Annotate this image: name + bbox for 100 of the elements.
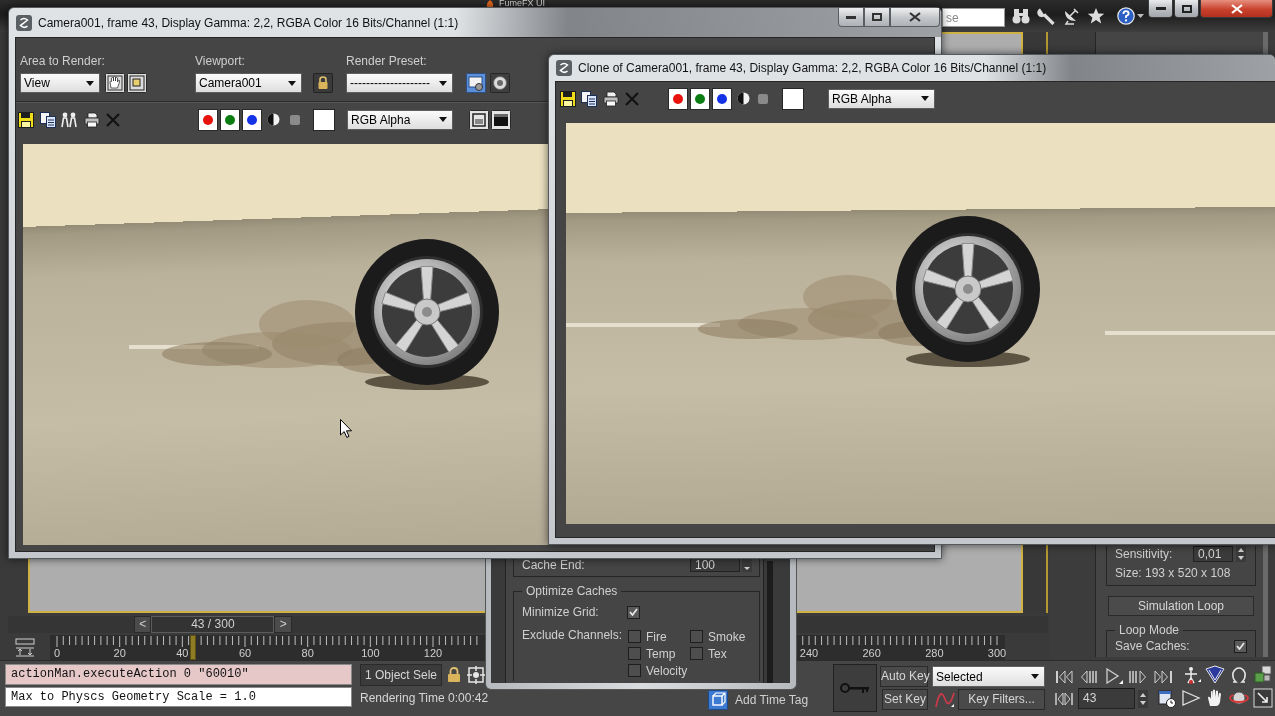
play-icon[interactable] [1105, 668, 1123, 684]
display-channel-dropdown[interactable]: RGB Alpha [828, 88, 935, 109]
channel-toggle[interactable] [198, 108, 218, 131]
frame-number: 0 [53, 647, 61, 659]
checkbox[interactable] [627, 605, 640, 619]
minimize-icon [1155, 7, 1166, 10]
star-icon[interactable] [1087, 7, 1105, 25]
field-label: Area to Render: [20, 54, 106, 68]
frame-number: 80 [301, 647, 314, 659]
color-swatch-icon[interactable] [313, 108, 335, 131]
search-field[interactable]: se [942, 8, 1005, 27]
previous-frame-icon[interactable] [1080, 669, 1100, 684]
field-label: Render Preset: [346, 54, 427, 68]
caret-icon[interactable] [1137, 14, 1144, 18]
time-slider-thumb[interactable]: 43 / 300 [151, 616, 275, 633]
listener-input[interactable]: actionMan.executeAction 0 "60010" [5, 664, 352, 685]
key-filters-button[interactable]: Key Filters... [958, 689, 1045, 710]
close-icon [909, 12, 921, 22]
next-frame-icon[interactable] [1128, 669, 1148, 684]
channel-toggle[interactable] [712, 87, 732, 110]
minimize-button[interactable] [838, 8, 864, 27]
close-button[interactable] [890, 8, 940, 27]
crosshair-icon[interactable] [467, 666, 486, 684]
display-channel-dropdown[interactable]: RGB Alpha [347, 109, 453, 130]
maximize-icon [872, 13, 882, 21]
half-circle-icon[interactable] [267, 113, 280, 126]
printer-icon[interactable] [603, 90, 619, 107]
bar-arrows-icon[interactable] [15, 638, 35, 658]
channel-toggle[interactable] [220, 108, 240, 131]
maximize-button[interactable] [864, 8, 890, 27]
auto-key-button[interactable]: Auto Key [880, 666, 928, 687]
printer-icon[interactable] [84, 111, 100, 128]
lock-icon[interactable] [313, 73, 333, 93]
minimize-button[interactable] [1148, 0, 1173, 18]
checkbox[interactable] [1234, 639, 1247, 653]
square-frame-icon[interactable] [127, 73, 147, 93]
close-button[interactable] [1200, 0, 1273, 18]
checkbox[interactable] [628, 630, 641, 643]
go-to-end-icon[interactable] [1153, 669, 1173, 684]
binoculars-icon[interactable] [1012, 7, 1030, 25]
frame-number: 240 [799, 647, 819, 659]
time-tag-text[interactable]: Add Time Tag [735, 693, 809, 707]
go-to-start-icon[interactable] [1055, 669, 1075, 684]
hand-frame-icon[interactable] [105, 73, 125, 93]
simulation-loop-button[interactable]: Simulation Loop [1108, 596, 1254, 616]
omega-icon[interactable] [1229, 665, 1249, 685]
render-preset-dropdown[interactable]: -------------------- [346, 73, 453, 93]
maximize-button[interactable] [1174, 0, 1199, 18]
caret-icon [1031, 674, 1039, 679]
set-key-button[interactable]: Set Key [882, 689, 928, 710]
bar-triangles-icon[interactable] [1055, 691, 1073, 706]
cubes-icon[interactable] [1253, 665, 1273, 685]
panel-icon[interactable] [469, 109, 489, 130]
shield-icon[interactable] [1205, 665, 1225, 685]
satellite-dish-icon[interactable] [1062, 7, 1080, 25]
window-icon[interactable] [491, 109, 511, 130]
cube-icon[interactable] [708, 690, 728, 710]
channel-toggle[interactable] [668, 87, 688, 110]
square-icon[interactable] [758, 93, 768, 104]
caret-icon [439, 80, 447, 86]
copy-icon[interactable] [581, 90, 597, 107]
save-icon[interactable] [560, 90, 576, 107]
current-frame-marker[interactable] [189, 635, 196, 660]
lock-icon[interactable] [447, 667, 462, 683]
window-clock-icon[interactable] [1158, 689, 1176, 708]
group-title: Optimize Caches [525, 584, 619, 598]
listener-output[interactable]: Max to Physcs Geometry Scale = 1.0 [5, 687, 352, 707]
checkbox[interactable] [628, 647, 641, 660]
checkbox[interactable] [690, 647, 703, 660]
viewport-dropdown[interactable]: Camera001 [195, 73, 302, 93]
checkbox-label: Tex [708, 646, 727, 661]
checkbox[interactable] [690, 630, 703, 643]
sensitivity-field[interactable]: 0,01 [1193, 546, 1233, 562]
color-swatch-icon[interactable] [782, 87, 804, 110]
window-title: FumeFX UI [499, 0, 545, 7]
area-to-render-dropdown[interactable]: View [20, 73, 100, 93]
channel-toggle[interactable] [690, 87, 710, 110]
half-circle-icon[interactable] [737, 92, 750, 105]
ring-icon[interactable] [490, 73, 510, 93]
help-icon[interactable] [1117, 7, 1135, 25]
spinner-arrows-icon[interactable] [1236, 546, 1246, 562]
minimize-icon [846, 15, 856, 19]
people-icon[interactable] [60, 111, 78, 128]
wrench-icon[interactable] [1037, 7, 1055, 25]
caret-icon [439, 117, 447, 122]
key-set-dropdown[interactable]: Selected [932, 666, 1045, 687]
channel-toggle[interactable] [242, 108, 262, 131]
square-icon[interactable] [290, 114, 300, 125]
checkbox[interactable] [628, 664, 641, 677]
expand-icon[interactable] [1253, 688, 1273, 708]
frame-number: 280 [925, 647, 944, 659]
previous-frame-button[interactable]: < [134, 616, 152, 633]
triangle-icon[interactable] [1181, 688, 1201, 708]
spinner-arrows-icon[interactable] [1138, 689, 1148, 708]
caret-icon [86, 80, 94, 86]
copy-icon[interactable] [40, 111, 56, 128]
save-icon[interactable] [18, 111, 34, 128]
next-frame-button[interactable]: > [274, 616, 293, 633]
current-frame-field[interactable]: 43 [1078, 688, 1135, 709]
spinner-arrows-icon[interactable] [742, 558, 752, 572]
